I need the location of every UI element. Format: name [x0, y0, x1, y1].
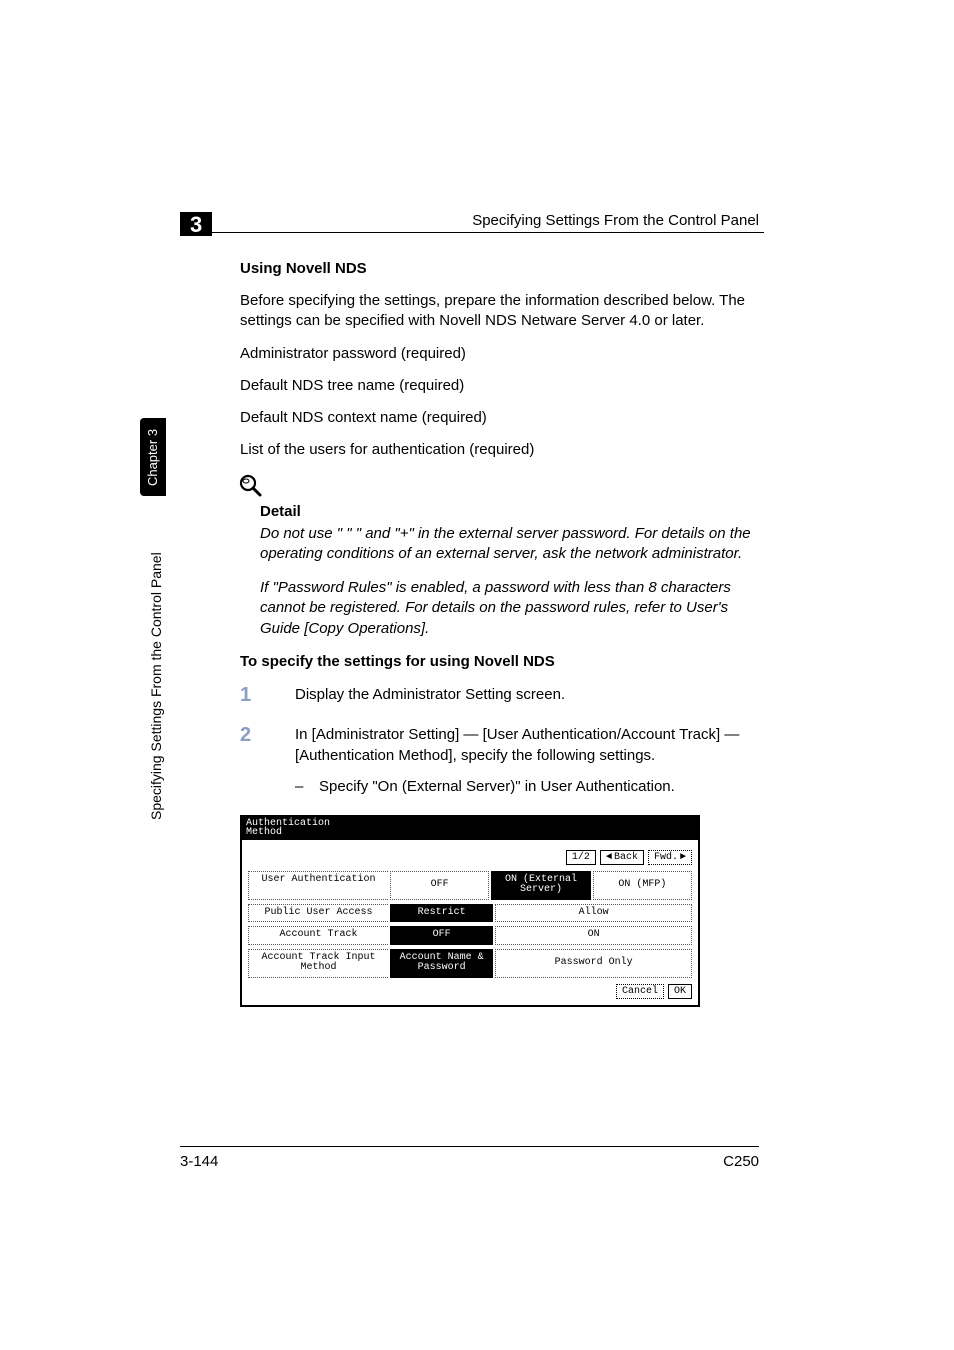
- step-item: 2 In [Administrator Setting] — [User Aut…: [240, 724, 759, 797]
- step-sub-bullet: – Specify "On (External Server)" in User…: [295, 776, 759, 797]
- page-indicator: 1/2: [566, 850, 596, 865]
- bullet-dash: –: [295, 776, 319, 797]
- option-name-and-password[interactable]: Account Name & Password: [390, 949, 493, 978]
- step-text: In [Administrator Setting] — [User Authe…: [295, 724, 759, 766]
- magnifier-icon: [238, 473, 759, 499]
- requirement-item: Default NDS tree name (required): [240, 376, 759, 396]
- page-number: 3-144: [180, 1153, 218, 1170]
- header-rule: [180, 232, 764, 233]
- option-on-mfp[interactable]: ON (MFP): [593, 871, 692, 900]
- requirement-item: List of the users for authentication (re…: [240, 440, 759, 460]
- section-heading: To specify the settings for using Novell…: [240, 653, 759, 670]
- detail-label: Detail: [260, 503, 759, 520]
- row-label-user-auth: User Authentication: [248, 871, 388, 900]
- row-label-input-method: Account Track Input Method: [248, 949, 388, 978]
- step-number: 2: [240, 724, 295, 797]
- side-chapter-tab: Chapter 3: [140, 418, 166, 496]
- row-label-account-track: Account Track: [248, 926, 388, 945]
- option-restrict[interactable]: Restrict: [390, 904, 493, 923]
- ok-button[interactable]: OK: [668, 984, 692, 999]
- panel-title: Authentication Method: [242, 817, 698, 840]
- requirement-item: Administrator password (required): [240, 344, 759, 364]
- bullet-text: Specify "On (External Server)" in User A…: [319, 776, 675, 797]
- option-on-external-server[interactable]: ON (External Server): [491, 871, 590, 900]
- step-text: Display the Administrator Setting screen…: [295, 684, 759, 706]
- intro-paragraph: Before specifying the settings, prepare …: [240, 291, 759, 332]
- control-panel-screenshot: Authentication Method 1/2 ◄ Back Fwd. ► …: [240, 815, 700, 1007]
- side-running-title: Specifying Settings From the Control Pan…: [148, 552, 164, 820]
- requirement-item: Default NDS context name (required): [240, 408, 759, 428]
- running-header: Specifying Settings From the Control Pan…: [472, 212, 759, 229]
- option-on[interactable]: ON: [495, 926, 692, 945]
- option-password-only[interactable]: Password Only: [495, 949, 692, 978]
- step-item: 1 Display the Administrator Setting scre…: [240, 684, 759, 706]
- fwd-button[interactable]: Fwd. ►: [648, 850, 692, 865]
- back-button[interactable]: ◄ Back: [600, 850, 644, 865]
- option-off[interactable]: OFF: [390, 871, 489, 900]
- detail-paragraph: Do not use " " " and "+" in the external…: [260, 524, 759, 565]
- detail-paragraph: If "Password Rules" is enabled, a passwo…: [260, 578, 759, 639]
- row-label-public-user: Public User Access: [248, 904, 388, 923]
- section-heading: Using Novell NDS: [240, 260, 759, 277]
- option-allow[interactable]: Allow: [495, 904, 692, 923]
- step-number: 1: [240, 684, 295, 706]
- model-number: C250: [723, 1153, 759, 1170]
- cancel-button[interactable]: Cancel: [616, 984, 664, 999]
- option-off[interactable]: OFF: [390, 926, 493, 945]
